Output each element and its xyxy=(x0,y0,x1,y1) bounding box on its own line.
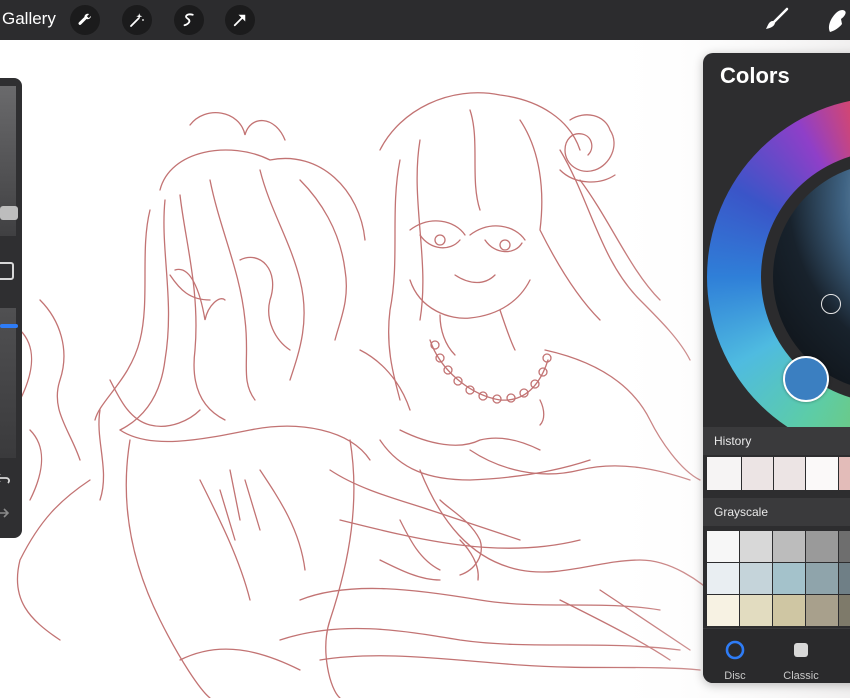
colors-panel: Colors History Grayscale Disc Classic xyxy=(703,53,850,683)
grayscale-swatch[interactable] xyxy=(740,531,772,562)
smudge-icon[interactable] xyxy=(822,6,850,34)
history-label: History xyxy=(714,434,752,448)
grayscale-swatch[interactable] xyxy=(773,563,805,594)
tab-classic-label: Classic xyxy=(783,670,819,682)
transform-arrow-icon[interactable] xyxy=(225,5,255,35)
classic-icon xyxy=(794,643,808,657)
redo-icon[interactable] xyxy=(0,508,12,518)
disc-icon xyxy=(725,640,745,660)
top-toolbar: Gallery xyxy=(0,0,850,40)
undo-icon[interactable] xyxy=(0,472,12,486)
grayscale-swatch[interactable] xyxy=(707,563,739,594)
left-sidebar xyxy=(0,78,22,538)
history-swatch[interactable] xyxy=(707,457,741,490)
selection-icon[interactable] xyxy=(174,5,204,35)
grayscale-swatch[interactable] xyxy=(806,563,838,594)
history-header: History xyxy=(703,427,850,455)
grayscale-swatch[interactable] xyxy=(839,595,850,626)
tab-classic[interactable]: Classic xyxy=(771,639,831,682)
magic-wand-icon[interactable] xyxy=(122,5,152,35)
grayscale-swatch[interactable] xyxy=(707,595,739,626)
grayscale-swatch[interactable] xyxy=(806,531,838,562)
wrench-icon[interactable] xyxy=(70,5,100,35)
hue-knob[interactable] xyxy=(783,356,829,402)
saturation-brightness-knob[interactable] xyxy=(821,294,841,314)
grayscale-swatch[interactable] xyxy=(707,531,739,562)
colors-panel-title: Colors xyxy=(720,63,790,88)
tab-disc-label: Disc xyxy=(724,670,746,682)
history-swatch[interactable] xyxy=(806,457,838,490)
brush-icon[interactable] xyxy=(762,6,790,34)
grayscale-header: Grayscale xyxy=(703,498,850,526)
opacity-slider[interactable] xyxy=(0,308,16,458)
grayscale-swatch[interactable] xyxy=(773,595,805,626)
gallery-button[interactable]: Gallery xyxy=(2,9,56,29)
opacity-knob[interactable] xyxy=(0,324,18,328)
grayscale-swatch[interactable] xyxy=(740,563,772,594)
grayscale-label: Grayscale xyxy=(714,505,769,519)
color-mode-tabbar: Disc Classic xyxy=(703,628,850,683)
grayscale-swatch[interactable] xyxy=(839,531,850,562)
tab-disc[interactable]: Disc xyxy=(705,639,765,682)
history-swatch[interactable] xyxy=(774,457,805,490)
history-swatch[interactable] xyxy=(742,457,773,490)
grayscale-swatch[interactable] xyxy=(806,595,838,626)
brush-size-knob[interactable] xyxy=(0,206,18,220)
grayscale-swatch[interactable] xyxy=(839,563,850,594)
history-swatch[interactable] xyxy=(839,457,850,490)
grayscale-swatch[interactable] xyxy=(740,595,772,626)
grayscale-swatch[interactable] xyxy=(773,531,805,562)
modify-button[interactable] xyxy=(0,262,14,280)
